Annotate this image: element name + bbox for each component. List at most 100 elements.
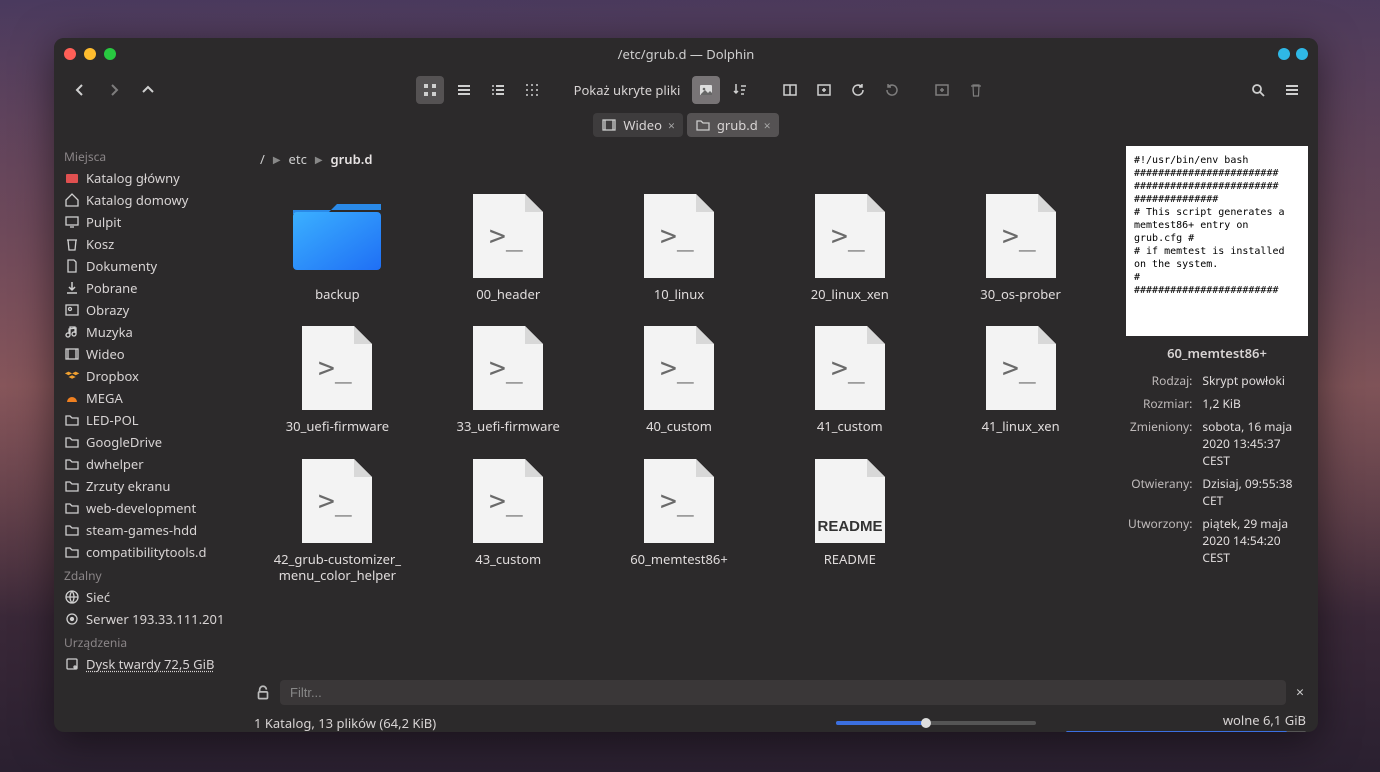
preview-box: #!/usr/bin/env bash ####################… xyxy=(1126,146,1308,336)
free-space-text: wolne 6,1 GiB xyxy=(1066,711,1306,729)
file-item[interactable]: >_ 43_custom xyxy=(423,449,594,590)
folder-icon xyxy=(64,522,80,538)
sidebar-item[interactable]: Dokumenty xyxy=(54,255,242,277)
info-value: Dzisiaj, 09:55:38 CET xyxy=(1202,473,1306,511)
new-folder-button[interactable] xyxy=(928,76,956,104)
undo-button[interactable] xyxy=(878,76,906,104)
folder-icon xyxy=(64,434,80,450)
sidebar-item[interactable]: MEGA xyxy=(54,387,242,409)
sidebar-item-label: Serwer 193.33.111.201 xyxy=(86,610,224,628)
view-compact-button[interactable] xyxy=(450,76,478,104)
script-icon: >_ xyxy=(800,322,900,414)
maximize-window-button[interactable] xyxy=(104,48,116,60)
folder-icon xyxy=(64,544,80,560)
file-item[interactable]: README README xyxy=(764,449,935,590)
view-grid-button[interactable] xyxy=(518,76,546,104)
free-space-bar xyxy=(1066,731,1306,732)
file-item[interactable]: >_ 20_linux_xen xyxy=(764,184,935,308)
file-grid[interactable]: backup >_ 00_header >_ 10_linux >_ 20_li… xyxy=(242,174,1116,676)
script-icon: >_ xyxy=(800,190,900,282)
filter-input[interactable] xyxy=(280,680,1286,705)
file-label: 10_linux xyxy=(654,286,704,302)
up-button[interactable] xyxy=(134,76,162,104)
titlebar-button-b[interactable] xyxy=(1296,48,1308,60)
sidebar-item[interactable]: Katalog główny xyxy=(54,167,242,189)
titlebar: /etc/grub.d — Dolphin xyxy=(54,38,1318,70)
titlebar-button-a[interactable] xyxy=(1278,48,1290,60)
sidebar-item[interactable]: Serwer 193.33.111.201 xyxy=(54,608,242,630)
window-title: /etc/grub.d — Dolphin xyxy=(618,45,755,63)
file-item[interactable]: >_ 10_linux xyxy=(594,184,765,308)
view-icons-button[interactable] xyxy=(416,76,444,104)
svg-text:>_: >_ xyxy=(489,484,523,518)
view-details-button[interactable] xyxy=(484,76,512,104)
folder-icon xyxy=(695,117,711,133)
script-icon: >_ xyxy=(629,190,729,282)
sidebar-item[interactable]: LED-POL xyxy=(54,409,242,431)
breadcrumb-current[interactable]: grub.d xyxy=(331,150,373,168)
sidebar-item[interactable]: Sieć xyxy=(54,586,242,608)
sidebar-item[interactable]: dwhelper xyxy=(54,453,242,475)
sidebar-item-device[interactable]: Dysk twardy 72,5 GiB xyxy=(54,653,242,675)
sidebar-item[interactable]: Zrzuty ekranu xyxy=(54,475,242,497)
script-icon: >_ xyxy=(287,455,387,547)
tab-grubd[interactable]: grub.d × xyxy=(687,113,779,137)
close-tab-icon[interactable]: × xyxy=(668,117,675,134)
breadcrumb-etc[interactable]: etc xyxy=(289,150,307,168)
file-item[interactable]: >_ 00_header xyxy=(423,184,594,308)
breadcrumb-root[interactable]: / xyxy=(260,150,265,168)
clear-filter-icon[interactable]: × xyxy=(1294,683,1306,702)
file-label: 00_header xyxy=(476,286,540,302)
sidebar-item[interactable]: steam-games-hdd xyxy=(54,519,242,541)
zoom-thumb[interactable] xyxy=(921,718,931,728)
forward-button[interactable] xyxy=(100,76,128,104)
back-button[interactable] xyxy=(66,76,94,104)
menu-button[interactable] xyxy=(1278,76,1306,104)
lock-icon[interactable] xyxy=(254,684,272,702)
minimize-window-button[interactable] xyxy=(84,48,96,60)
sidebar-item[interactable]: Pulpit xyxy=(54,211,242,233)
file-item[interactable]: >_ 30_os-prober xyxy=(935,184,1106,308)
sidebar-item[interactable]: Obrazy xyxy=(54,299,242,321)
info-key: Zmieniony: xyxy=(1128,416,1200,471)
folder-icon xyxy=(64,456,80,472)
sort-button[interactable] xyxy=(726,76,754,104)
delete-button[interactable] xyxy=(962,76,990,104)
file-item[interactable]: >_ 42_grub-customizer_menu_color_helper xyxy=(252,449,423,590)
split-view-button[interactable] xyxy=(776,76,804,104)
sidebar-item[interactable]: web-development xyxy=(54,497,242,519)
close-window-button[interactable] xyxy=(64,48,76,60)
status-text: 1 Katalog, 13 plików (64,2 KiB) xyxy=(254,714,436,732)
readme-icon: README xyxy=(800,455,900,547)
file-item[interactable]: >_ 41_custom xyxy=(764,316,935,440)
search-button[interactable] xyxy=(1244,76,1272,104)
sidebar-item[interactable]: Pobrane xyxy=(54,277,242,299)
sidebar-item[interactable]: Wideo xyxy=(54,343,242,365)
file-item[interactable]: >_ 60_memtest86+ xyxy=(594,449,765,590)
sidebar-item[interactable]: Kosz xyxy=(54,233,242,255)
tab-wideo[interactable]: Wideo × xyxy=(593,113,683,137)
sidebar-item[interactable]: Muzyka xyxy=(54,321,242,343)
zoom-slider[interactable] xyxy=(836,721,1036,725)
new-tab-button[interactable] xyxy=(810,76,838,104)
file-item[interactable]: >_ 41_linux_xen xyxy=(935,316,1106,440)
file-item[interactable]: backup xyxy=(252,184,423,308)
sidebar-item[interactable]: Katalog domowy xyxy=(54,189,242,211)
network-icon xyxy=(64,589,80,605)
preview-toggle-button[interactable] xyxy=(692,76,720,104)
svg-text:>_: >_ xyxy=(489,219,523,253)
file-item[interactable]: >_ 33_uefi-firmware xyxy=(423,316,594,440)
sidebar-item[interactable]: Dropbox xyxy=(54,365,242,387)
sidebar-item-label: LED-POL xyxy=(86,411,139,429)
show-hidden-label[interactable]: Pokaż ukryte pliki xyxy=(568,81,687,99)
sidebar-item-label: compatibilitytools.d xyxy=(86,543,206,561)
server-icon xyxy=(64,611,80,627)
close-tab-icon[interactable]: × xyxy=(764,117,771,134)
reload-button[interactable] xyxy=(844,76,872,104)
file-label: 41_custom xyxy=(817,418,883,434)
file-item[interactable]: >_ 30_uefi-firmware xyxy=(252,316,423,440)
sidebar-item[interactable]: GoogleDrive xyxy=(54,431,242,453)
info-key: Utworzony: xyxy=(1128,513,1200,568)
file-item[interactable]: >_ 40_custom xyxy=(594,316,765,440)
sidebar-item[interactable]: compatibilitytools.d xyxy=(54,541,242,563)
